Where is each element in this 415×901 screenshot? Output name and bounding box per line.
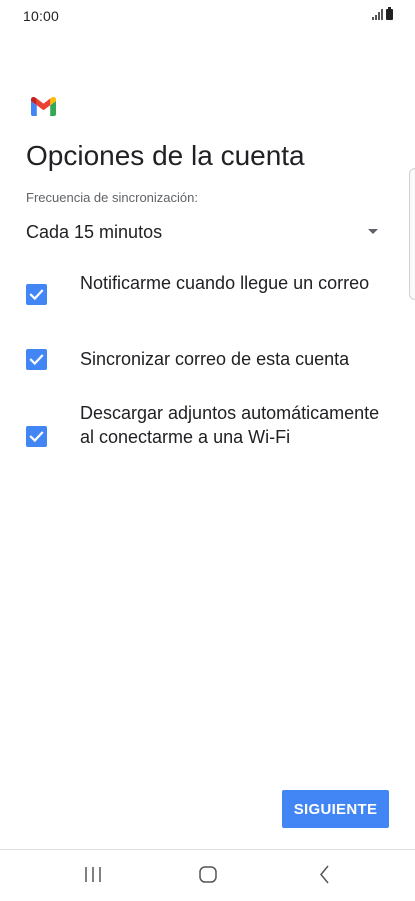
status-bar: 10:00 bbox=[0, 0, 415, 34]
option-sync-row[interactable]: Sincronizar correo de esta cuenta bbox=[26, 346, 386, 374]
next-button[interactable]: SIGUIENTE bbox=[282, 790, 389, 828]
status-time: 10:00 bbox=[23, 8, 60, 24]
recents-icon bbox=[85, 867, 101, 882]
sync-label: Sincronizar correo de esta cuenta bbox=[80, 349, 350, 369]
sync-frequency-label: Frecuencia de sincronización: bbox=[26, 190, 198, 205]
home-button[interactable] bbox=[188, 858, 228, 892]
sync-checkbox[interactable] bbox=[26, 349, 47, 370]
gmail-logo-icon bbox=[31, 97, 56, 116]
battery-icon bbox=[386, 7, 393, 20]
status-icons bbox=[372, 7, 393, 20]
back-button[interactable] bbox=[305, 858, 345, 892]
sync-frequency-dropdown[interactable]: Cada 15 minutos bbox=[26, 218, 382, 248]
check-icon bbox=[29, 289, 44, 301]
recents-button[interactable] bbox=[73, 858, 113, 892]
attachments-checkbox[interactable] bbox=[26, 426, 47, 447]
check-icon bbox=[29, 354, 44, 366]
page-title: Opciones de la cuenta bbox=[26, 140, 305, 171]
home-icon bbox=[199, 866, 217, 883]
notify-label: Notificarme cuando llegue un correo bbox=[80, 273, 370, 293]
signal-icon bbox=[372, 9, 383, 20]
attachments-label: Descargar adjuntos automáticamente al co… bbox=[80, 403, 380, 447]
check-icon bbox=[29, 431, 44, 443]
option-attachments-row[interactable]: Descargar adjuntos automáticamente al co… bbox=[26, 400, 386, 474]
navigation-bar bbox=[0, 849, 415, 901]
option-notify-row[interactable]: Notificarme cuando llegue un correo bbox=[26, 270, 386, 322]
dropdown-arrow-icon bbox=[368, 229, 378, 234]
notify-checkbox[interactable] bbox=[26, 284, 47, 305]
scroll-edge-indicator bbox=[409, 168, 415, 300]
back-icon bbox=[320, 865, 329, 884]
sync-frequency-value: Cada 15 minutos bbox=[26, 222, 163, 242]
